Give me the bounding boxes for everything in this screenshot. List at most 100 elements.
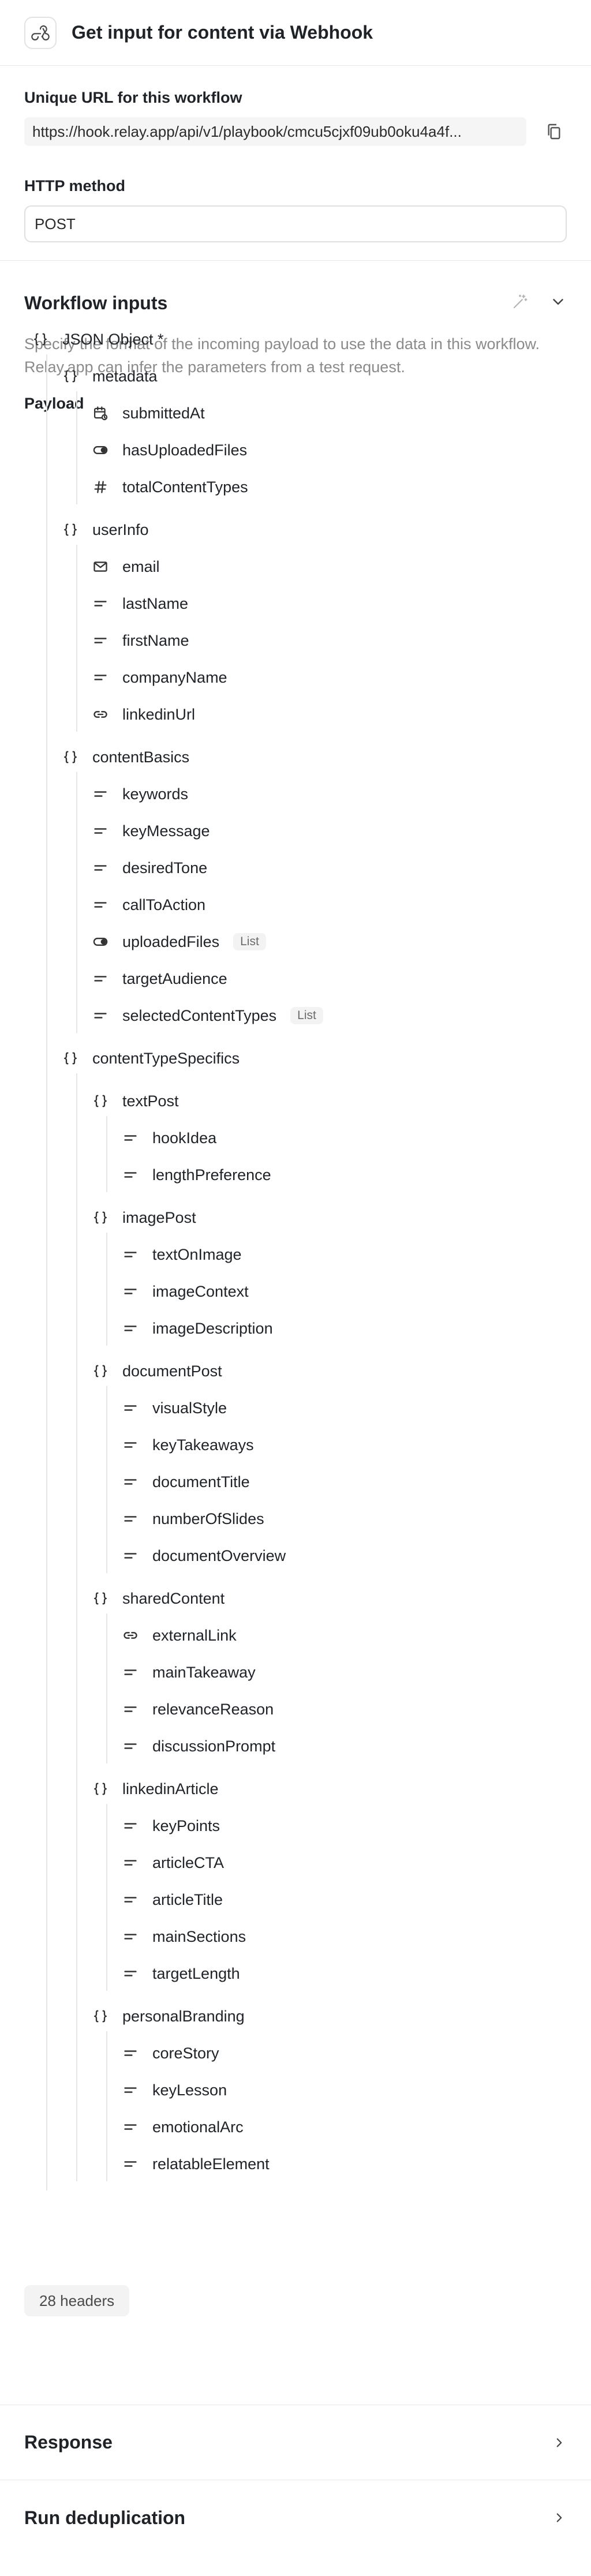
tree-field-imageContext[interactable]: imageContext [122,1280,249,1303]
headers-badge[interactable]: 28 headers [24,2285,130,2316]
tree-node-label: linkedinUrl [122,705,196,723]
tree-object-linkedinArticle[interactable]: linkedinArticle [92,1777,219,1800]
tree-guide-line [76,545,77,732]
tree-field-firstName[interactable]: firstName [92,629,189,652]
calendar-icon [92,405,109,421]
tree-field-desiredTone[interactable]: desiredTone [92,856,207,879]
tree-object-sharedContent[interactable]: sharedContent [92,1587,225,1610]
tree-field-relevanceReason[interactable]: relevanceReason [122,1698,274,1721]
tree-field-hookIdea[interactable]: hookIdea [122,1126,216,1150]
webhook-url-field[interactable]: https://hook.relay.app/api/v1/playbook/c… [24,117,526,146]
webhook-icon [24,16,57,49]
tree-field-keyMessage[interactable]: keyMessage [92,819,210,843]
braces-icon [62,749,78,765]
tree-node-label: JSON Object * [62,330,164,348]
tree-field-documentTitle[interactable]: documentTitle [122,1470,250,1493]
tree-field-documentOverview[interactable]: documentOverview [122,1544,286,1567]
braces-icon [62,1050,78,1066]
tree-object-textPost[interactable]: textPost [92,1089,179,1113]
deduplication-title: Run deduplication [24,2507,186,2528]
tree-field-targetAudience[interactable]: targetAudience [92,967,227,990]
tree-node-label: articleTitle [152,1890,223,1908]
chevron-down-icon [553,298,563,305]
tree-node-label: imageContext [152,1282,249,1300]
tree-field-externalLink[interactable]: externalLink [122,1624,237,1647]
tree-field-keyTakeaways[interactable]: keyTakeaways [122,1433,254,1457]
tree-node-label: callToAction [122,896,206,913]
tree-object-imagePost[interactable]: imagePost [92,1206,196,1229]
tree-node-label: documentPost [122,1362,222,1380]
tree-field-keyLesson[interactable]: keyLesson [122,2079,227,2102]
tree-object-documentPost[interactable]: documentPost [92,1360,222,1383]
tree-field-lengthPreference[interactable]: lengthPreference [122,1163,271,1186]
tree-field-hasUploadedFiles[interactable]: hasUploadedFiles [92,439,247,462]
tree-field-imageDescription[interactable]: imageDescription [122,1317,273,1340]
collapse-button[interactable] [549,293,567,313]
text-icon [92,897,109,913]
tree-object-personalBranding[interactable]: personalBranding [92,2005,245,2028]
text-icon [122,2045,139,2061]
tree-field-articleCTA[interactable]: articleCTA [122,1851,224,1874]
tree-field-totalContentTypes[interactable]: totalContentTypes [92,475,248,499]
tree-object-contentBasics[interactable]: contentBasics [62,746,189,769]
text-icon [122,2156,139,2172]
response-row[interactable]: Response [0,2405,591,2480]
tree-field-textOnImage[interactable]: textOnImage [122,1243,242,1266]
tree-field-visualStyle[interactable]: visualStyle [122,1396,227,1420]
http-method-field[interactable]: POST [24,205,567,242]
tree-field-uploadedFiles[interactable]: uploadedFiles List [92,930,266,953]
text-icon [92,632,109,649]
braces-icon [92,1781,109,1797]
tree-node-label: contentBasics [92,748,190,766]
text-icon [122,1320,139,1336]
tree-node-label: keyPoints [152,1817,220,1834]
copy-icon [548,123,560,140]
tree-field-coreStory[interactable]: coreStory [122,2042,219,2065]
magic-wand-button[interactable] [511,293,529,313]
tree-field-discussionPrompt[interactable]: discussionPrompt [122,1735,275,1758]
toggle-icon [92,442,109,458]
text-icon [122,1664,139,1680]
tree-node-label: mainSections [152,1927,246,1945]
tree-field-relatableElement[interactable]: relatableElement [122,2152,270,2176]
deduplication-row[interactable]: Run deduplication [0,2480,591,2555]
tree-node-label: email [122,557,160,575]
tree-guide-line [106,1233,107,1346]
step-header: Get input for content via Webhook [0,0,591,66]
text-icon [122,1548,139,1564]
response-title: Response [24,2432,113,2453]
tree-object-userInfo[interactable]: userInfo [62,518,149,541]
text-icon [122,1474,139,1490]
braces-icon [62,368,78,384]
tree-field-email[interactable]: email [92,555,160,578]
tree-field-articleTitle[interactable]: articleTitle [122,1888,223,1911]
tree-field-keywords[interactable]: keywords [92,782,188,806]
tree-field-mainTakeaway[interactable]: mainTakeaway [122,1661,256,1684]
tree-field-mainSections[interactable]: mainSections [122,1925,246,1948]
tree-field-linkedinUrl[interactable]: linkedinUrl [92,703,195,726]
copy-url-button[interactable] [541,119,567,144]
tree-field-numberOfSlides[interactable]: numberOfSlides [122,1507,264,1530]
url-row: https://hook.relay.app/api/v1/playbook/c… [24,117,567,146]
tree-object-JSON Object *[interactable]: JSON Object * [32,328,164,351]
tree-field-submittedAt[interactable]: submittedAt [92,402,205,425]
tree-field-emotionalArc[interactable]: emotionalArc [122,2116,244,2139]
tree-field-companyName[interactable]: companyName [92,666,227,689]
text-icon [92,786,109,802]
tree-node-label: relatableElement [152,2155,270,2173]
tree-field-targetLength[interactable]: targetLength [122,1962,240,1985]
tree-field-keyPoints[interactable]: keyPoints [122,1814,220,1837]
tree-object-contentTypeSpecifics[interactable]: contentTypeSpecifics [62,1047,240,1070]
tree-object-metadata[interactable]: metadata [62,365,158,388]
text-icon [92,596,109,612]
tree-guide-line [76,772,77,1033]
text-icon [92,971,109,987]
text-icon [122,1246,139,1263]
tree-field-lastName[interactable]: lastName [92,592,188,615]
text-icon [122,1965,139,1982]
tree-field-callToAction[interactable]: callToAction [92,893,205,916]
list-badge: List [290,1007,323,1024]
tree-node-label: submittedAt [122,404,205,422]
tree-field-selectedContentTypes[interactable]: selectedContentTypes List [92,1004,323,1027]
text-icon [122,1283,139,1300]
